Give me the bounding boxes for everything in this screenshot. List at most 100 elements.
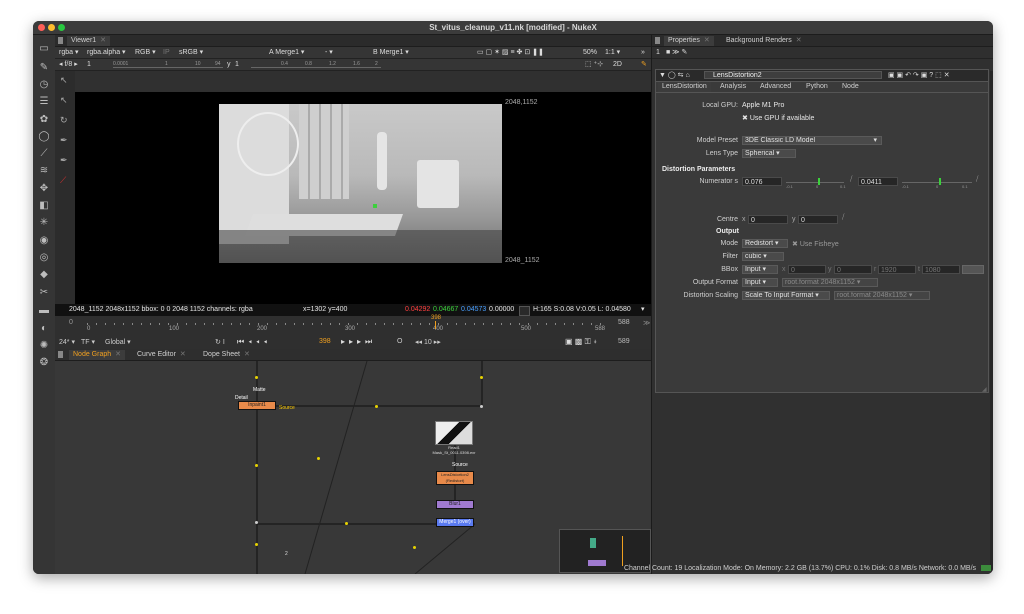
out-marker[interactable]: O	[397, 338, 402, 345]
distortion-scaling-value[interactable]: root.format 2048x1152 ▾	[834, 291, 930, 300]
dot-4[interactable]	[480, 405, 483, 408]
global-dropdown[interactable]: Global ▾	[105, 338, 131, 346]
subtab-advanced[interactable]: Advanced	[756, 82, 795, 92]
end-frame-field[interactable]: 589	[618, 338, 630, 345]
frame-field[interactable]: 398	[319, 338, 331, 345]
a-input-dropdown[interactable]: A Merge1 ▾	[269, 48, 304, 57]
node-name-field[interactable]: LensDistortion2	[704, 71, 882, 79]
gamma-field[interactable]: 1	[235, 60, 239, 69]
subtab-lensdistortion[interactable]: LensDistortion	[658, 82, 711, 92]
viewer-tool-icons[interactable]: ▭ ▢ ✶ ▨ ≡ ✤ ⊡ ❚❚	[477, 48, 544, 57]
timeline-collapse-icon[interactable]: ≫	[643, 319, 650, 327]
furnace-icon[interactable]: ◐	[38, 323, 50, 334]
dot-10[interactable]	[413, 546, 416, 549]
node-blur1[interactable]: Blur1	[436, 500, 474, 509]
numerator-slider-1-handle[interactable]	[818, 178, 820, 185]
viewer-menu-icon[interactable]: ▭	[38, 43, 50, 54]
tab-curve-editor[interactable]: Curve Editor ✕	[133, 350, 190, 360]
fps-dropdown[interactable]: 24* ▾	[59, 338, 75, 346]
bbox-r-field[interactable]: 1920	[878, 265, 916, 274]
use-gpu-checkbox[interactable]: ✖ Use GPU if available	[742, 114, 814, 122]
tab-viewer1[interactable]: Viewer1 ✕	[67, 36, 111, 46]
tab-background-renders[interactable]: Background Renders ✕	[722, 36, 806, 46]
numerator-slider-1[interactable]	[786, 182, 844, 183]
node-inpaint1[interactable]: Inpaint1	[238, 401, 276, 410]
dot-5[interactable]	[255, 464, 258, 467]
cara-vr-icon[interactable]: ❂	[38, 357, 50, 368]
centre-curve-icon[interactable]: ⧸	[842, 214, 844, 222]
mode-dropdown[interactable]: 2D	[613, 60, 622, 69]
bbox-dropdown[interactable]: Input ▾	[742, 265, 778, 274]
output-format-value[interactable]: root.format 2048x1152 ▾	[782, 278, 878, 287]
playhead[interactable]	[435, 321, 436, 329]
panel-count[interactable]: 1	[656, 48, 660, 57]
close-icon[interactable]: ✕	[796, 37, 802, 44]
timeline-in-point[interactable]: 0	[69, 319, 73, 326]
flipbook-icons[interactable]: ▣ ▩ ⚿ ⍖	[565, 337, 598, 347]
numerator-curve-icon-2[interactable]: ⧸	[976, 176, 978, 184]
node-header-icons[interactable]: ▼ ◯ ⇆ ⌂	[659, 71, 690, 79]
transport-forward-controls[interactable]: ▸▸▸⏭	[341, 337, 376, 347]
read-node-thumbnail[interactable]	[435, 421, 473, 445]
rotate-tool-icon[interactable]: ↻	[60, 115, 68, 126]
pane-menu-icon[interactable]	[655, 37, 660, 44]
close-icon[interactable]: ✕	[100, 37, 106, 44]
3d-icon[interactable]: ◧	[38, 200, 50, 211]
timeline-current-frame[interactable]: 398	[431, 315, 441, 321]
mode-dropdown[interactable]: Redistort ▾	[742, 239, 788, 248]
ratio-dropdown[interactable]: 1:1 ▾	[605, 48, 620, 57]
timeline-out-point[interactable]: 588	[618, 319, 630, 326]
display-dropdown[interactable]: RGB ▾	[135, 48, 156, 57]
centre-y-field[interactable]: 0	[798, 215, 838, 224]
color-icon[interactable]: ✿	[38, 114, 50, 125]
metadata-icon[interactable]: ◆	[38, 269, 50, 280]
numerator-field-2[interactable]: 0.0411	[858, 177, 898, 186]
resize-grip-icon[interactable]: ◢	[982, 386, 987, 393]
paint-tool-icon[interactable]: ⟋	[60, 175, 66, 186]
pane-menu-icon[interactable]	[58, 37, 63, 44]
toolsets-icon[interactable]: ✂	[38, 287, 50, 298]
dot-7[interactable]	[255, 521, 258, 524]
gamma-slider[interactable]	[251, 67, 381, 68]
roi-icon[interactable]: ⬚ ⁺⊹	[585, 60, 603, 69]
merge-icon[interactable]: ≋	[38, 165, 50, 176]
gain-slider[interactable]	[113, 67, 223, 68]
color-picker-icon[interactable]: ✎	[641, 60, 647, 69]
numerator-curve-icon-1[interactable]: ⧸	[850, 176, 852, 184]
particles-icon[interactable]: ✳	[38, 217, 50, 228]
timeline-ruler[interactable]	[87, 323, 607, 325]
dot-8[interactable]	[345, 522, 348, 525]
node-graph-canvas[interactable]: Matte Detail Inpaint1 Source Read1 Mask_S…	[55, 361, 651, 574]
bbox-y-field[interactable]: 0	[834, 265, 872, 274]
tf-dropdown[interactable]: TF ▾	[81, 338, 95, 346]
transform-icon[interactable]: ✥	[38, 183, 50, 194]
frame-field[interactable]: 1	[87, 60, 91, 69]
use-fisheye-checkbox[interactable]: ✖ Use Fisheye	[792, 240, 839, 248]
model-preset-dropdown[interactable]: 3DE Classic LD Model ▾	[742, 136, 882, 145]
airmatte-icon[interactable]: ✺	[38, 340, 50, 351]
a-mode-dropdown[interactable]: - ▾	[325, 48, 333, 57]
subtab-analysis[interactable]: Analysis	[716, 82, 750, 92]
dot-9[interactable]	[255, 543, 258, 546]
centre-x-field[interactable]: 0	[748, 215, 788, 224]
info-menu-icon[interactable]: ▾	[641, 304, 645, 316]
lut-dropdown[interactable]: sRGB ▾	[179, 48, 203, 57]
numerator-slider-2[interactable]	[902, 182, 972, 183]
collapse-icon[interactable]: »	[641, 48, 645, 57]
props-tool-icons[interactable]: ■ ≫ ✎	[666, 48, 687, 57]
dot-1[interactable]	[255, 376, 258, 379]
tab-dope-sheet[interactable]: Dope Sheet ✕	[199, 350, 254, 360]
bbox-wh-button[interactable]	[962, 265, 984, 274]
deep-icon[interactable]: ◉	[38, 235, 50, 246]
node-merge1[interactable]: Merge1 (over)	[436, 518, 474, 527]
tab-node-graph[interactable]: Node Graph ✕	[69, 350, 126, 360]
viewer-viewport[interactable]: 2048,1152 2048_1152	[75, 92, 651, 304]
subtab-node[interactable]: Node	[838, 82, 863, 92]
filter-dropdown[interactable]: cubic ▾	[742, 252, 784, 261]
select-tool-icon[interactable]: ↖	[60, 75, 68, 86]
node-header-right-icons[interactable]: ▣ ▣ ↶ ↷ ▣ ? ⬚ ✕	[888, 71, 950, 79]
other-icon[interactable]: ▬	[38, 305, 50, 316]
pane-menu-icon[interactable]	[58, 351, 63, 358]
paint-brush-icon[interactable]: ✎	[38, 62, 50, 73]
zoom-dropdown[interactable]: 50%	[583, 48, 597, 57]
